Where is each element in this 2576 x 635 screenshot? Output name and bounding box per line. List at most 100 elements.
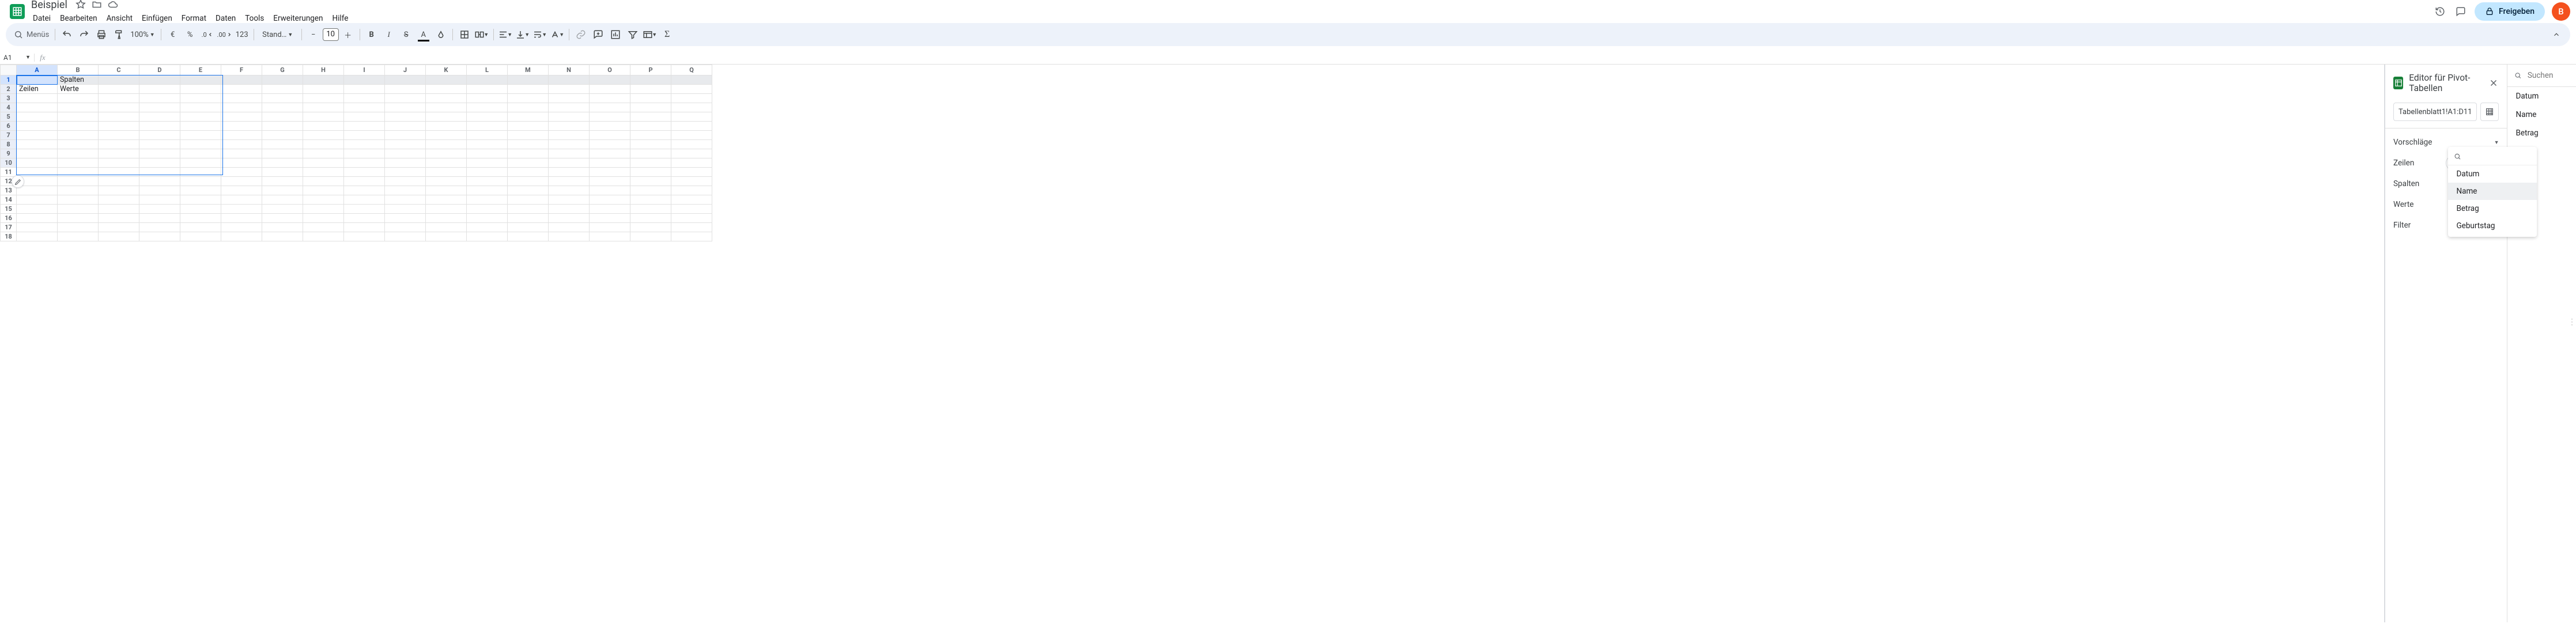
field-picker-item[interactable]: Betrag [2448,200,2537,217]
cell[interactable] [262,94,303,103]
star-icon[interactable] [75,0,86,10]
cell[interactable] [508,214,549,223]
cell[interactable] [180,122,221,131]
cell[interactable] [508,94,549,103]
cell[interactable] [303,223,344,232]
cell[interactable] [303,149,344,158]
cell[interactable] [508,158,549,168]
cell[interactable] [262,186,303,195]
cell[interactable] [180,205,221,214]
cell[interactable] [385,149,426,158]
cell[interactable] [180,112,221,122]
cell[interactable] [385,112,426,122]
undo-button[interactable] [59,27,75,43]
share-button[interactable]: Freigeben [2475,2,2545,21]
field-picker-item[interactable]: Datum [2448,165,2537,183]
cell[interactable] [58,195,99,205]
cell[interactable] [262,85,303,94]
cell[interactable] [508,195,549,205]
cell[interactable] [99,177,139,186]
cell[interactable] [262,122,303,131]
cell[interactable] [549,140,590,149]
document-title[interactable]: Beispiel [29,0,70,11]
column-header[interactable]: K [426,65,467,75]
cell[interactable] [58,122,99,131]
cell[interactable] [262,158,303,168]
menu-format[interactable]: Format [177,12,210,25]
cell[interactable] [221,186,262,195]
cell[interactable] [385,195,426,205]
cell[interactable] [426,214,467,223]
available-field[interactable]: Betrag [2507,124,2576,142]
cell[interactable] [590,177,630,186]
cell[interactable] [549,94,590,103]
cell[interactable] [262,223,303,232]
cell[interactable] [180,186,221,195]
functions-button[interactable]: Σ [659,27,675,43]
cell[interactable]: Werte [58,85,99,94]
cloud-status-icon[interactable] [108,0,118,10]
bold-button[interactable]: B [364,27,380,43]
cell[interactable] [221,122,262,131]
cell[interactable] [58,223,99,232]
cell[interactable] [17,94,58,103]
cell[interactable] [467,75,508,85]
cell[interactable] [180,140,221,149]
column-header[interactable]: F [221,65,262,75]
cell[interactable] [508,103,549,112]
cell[interactable] [671,168,712,177]
row-header[interactable]: 7 [1,131,17,140]
cell[interactable] [549,122,590,131]
cell[interactable] [99,112,139,122]
cell[interactable] [508,122,549,131]
cell[interactable] [99,122,139,131]
cell[interactable] [630,168,671,177]
currency-button[interactable]: € [165,27,181,43]
cell[interactable] [671,149,712,158]
cell[interactable] [344,205,385,214]
cell[interactable] [426,103,467,112]
create-filter-button[interactable] [625,27,641,43]
cell[interactable] [426,232,467,241]
cell[interactable] [549,205,590,214]
cell[interactable] [344,85,385,94]
column-header[interactable]: P [630,65,671,75]
cell[interactable] [426,149,467,158]
borders-button[interactable] [456,27,473,43]
cell[interactable] [671,223,712,232]
row-header[interactable]: 15 [1,205,17,214]
cell[interactable] [549,177,590,186]
cell[interactable] [58,94,99,103]
cell[interactable] [671,103,712,112]
collapse-toolbar-button[interactable] [2548,27,2564,43]
cell[interactable] [426,131,467,140]
cell[interactable] [221,177,262,186]
cell[interactable] [385,94,426,103]
cell[interactable] [671,131,712,140]
cell[interactable] [139,223,180,232]
cell[interactable] [467,205,508,214]
cell[interactable] [630,223,671,232]
cell[interactable] [17,195,58,205]
cell[interactable] [385,158,426,168]
cell[interactable] [549,158,590,168]
cell[interactable] [17,186,58,195]
redo-button[interactable] [76,27,92,43]
cell[interactable] [99,85,139,94]
cell[interactable] [180,131,221,140]
select-all-corner[interactable] [1,65,17,75]
cell[interactable] [17,214,58,223]
cell[interactable] [221,158,262,168]
cell[interactable] [99,103,139,112]
cell[interactable] [303,205,344,214]
cell[interactable] [262,177,303,186]
column-header[interactable]: I [344,65,385,75]
cell[interactable] [467,214,508,223]
cell[interactable] [508,140,549,149]
column-header[interactable]: B [58,65,99,75]
cell[interactable] [344,214,385,223]
cell[interactable] [139,195,180,205]
paint-format-button[interactable] [111,27,127,43]
cell[interactable] [58,168,99,177]
increase-decimal-button[interactable]: .00 [217,27,233,43]
